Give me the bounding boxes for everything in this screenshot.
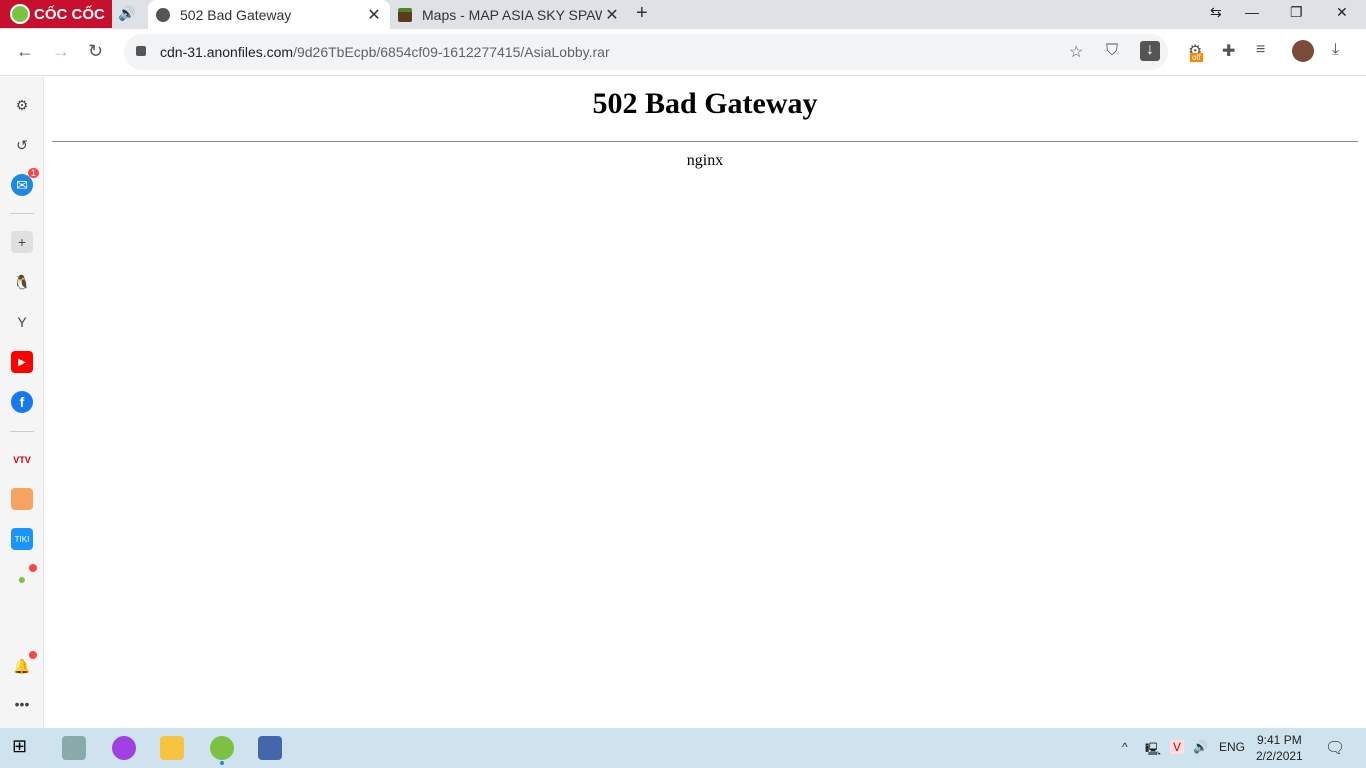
remote-app-icon[interactable]	[258, 736, 282, 760]
vtv-go-icon[interactable]: VTV	[11, 449, 33, 471]
tab-label: Maps - MAP ASIA SKY SPAWN	[422, 6, 602, 23]
extension-icon[interactable]: ⚙ off	[1188, 41, 1203, 62]
server-name: nginx	[686, 152, 724, 169]
reload-button[interactable]: ↻	[88, 41, 103, 62]
coccoc-rewards-icon[interactable]: ●	[11, 564, 37, 590]
tab-label: 502 Bad Gateway	[180, 6, 292, 23]
clock[interactable]: 9:41 PM 2/2/2021	[1256, 732, 1303, 764]
coccoc-logo[interactable]: CỐC CỐC	[0, 0, 112, 28]
extension-badge: off	[1190, 53, 1203, 62]
taskbar-app-icon[interactable]	[62, 736, 86, 760]
restore-button[interactable]: ❐	[1290, 4, 1303, 21]
new-tab-button[interactable]: +	[636, 2, 648, 25]
action-center-icon[interactable]: 🗨	[1325, 738, 1345, 758]
y-app-icon[interactable]: Y	[11, 311, 33, 333]
notification-dot	[29, 651, 37, 659]
forward-button[interactable]: →	[52, 41, 70, 62]
divider	[10, 431, 34, 432]
windows-start-icon[interactable]: ⊞	[12, 736, 36, 760]
speaker-icon[interactable]: 🔊	[118, 5, 135, 22]
close-tab-icon[interactable]: ✕	[602, 5, 622, 25]
address-bar[interactable]: cdn-31.anonfiles.com/9d26TbEcpb/6854cf09…	[124, 34, 1168, 70]
close-tab-icon[interactable]: ✕	[364, 5, 384, 25]
date: 2/2/2021	[1256, 749, 1303, 763]
logo-text: CỐC CỐC	[34, 5, 105, 23]
media-playlist-icon[interactable]: ≡	[1256, 41, 1265, 59]
tab-strip: CỐC CỐC 🔊 502 Bad Gateway ✕ Maps - MAP A…	[0, 0, 1366, 29]
close-window-button[interactable]: ✕	[1336, 4, 1348, 21]
game-app-icon[interactable]	[11, 488, 33, 510]
tab-502-bad-gateway[interactable]: 502 Bad Gateway ✕	[148, 0, 390, 29]
notifications-bell-icon[interactable]: 🔔	[11, 651, 37, 677]
page-content: 502 Bad Gateway nginx	[44, 77, 1366, 728]
toolbar: ← → ↻ cdn-31.anonfiles.com/9d26TbEcpb/68…	[0, 29, 1366, 76]
error-heading: 502 Bad Gateway	[592, 87, 818, 120]
add-shortcut-button[interactable]: +	[11, 231, 33, 253]
language-indicator[interactable]: ENG	[1219, 740, 1245, 754]
extensions-puzzle-icon[interactable]: ✚	[1222, 41, 1235, 61]
download-video-icon[interactable]: ↓	[1140, 41, 1160, 61]
globe-icon	[156, 7, 170, 22]
time: 9:41 PM	[1257, 733, 1302, 747]
history-icon[interactable]: ↺	[11, 134, 33, 156]
facebook-icon[interactable]: f	[11, 391, 33, 413]
network-icon[interactable]: 🖳	[1145, 740, 1161, 761]
taskbar: ⊞ ^ 🖳 V 🔊 ENG 9:41 PM 2/2/2021 🗨	[0, 728, 1366, 768]
volume-icon[interactable]: 🔊	[1193, 740, 1208, 754]
tab-maps[interactable]: Maps - MAP ASIA SKY SPAWN ✕	[390, 0, 628, 29]
divider	[52, 141, 1358, 142]
bookmark-star-icon[interactable]: ☆	[1069, 42, 1083, 62]
file-explorer-icon[interactable]	[160, 736, 184, 760]
divider	[10, 213, 34, 214]
youtube-icon[interactable]: ▶	[11, 351, 33, 373]
antivirus-icon[interactable]: V	[1170, 740, 1185, 754]
back-button[interactable]: ←	[16, 41, 34, 62]
minecraft-block-icon	[398, 7, 412, 22]
settings-icon[interactable]: ⚙	[11, 94, 33, 116]
shield-icon[interactable]: ⛉	[1106, 42, 1118, 60]
notification-dot	[29, 564, 37, 572]
lock-icon[interactable]	[136, 46, 146, 56]
minimize-button[interactable]: —	[1245, 4, 1259, 20]
avatar[interactable]	[1292, 40, 1314, 62]
url-host: cdn-31.anonfiles.com	[160, 44, 294, 60]
sidebar: ⚙ ↺ ✉ 1 + 🐧 Y ▶ f VTV TIKI ● 🔔 •••	[0, 77, 44, 728]
url-path: /9d26TbEcpb/6854cf09-1612277415/AsiaLobb…	[293, 44, 610, 60]
penguin-app-icon[interactable]: 🐧	[11, 271, 33, 293]
messenger-badge: 1	[27, 168, 39, 178]
tab-search-icon[interactable]: ⇆	[1210, 4, 1222, 21]
downloads-icon[interactable]: ⤓	[1332, 41, 1339, 59]
tiki-icon[interactable]: TIKI	[11, 528, 33, 550]
coccoc-taskbar-icon[interactable]	[210, 736, 234, 760]
show-hidden-icons-icon[interactable]: ^	[1122, 740, 1128, 754]
coccoc-ball-icon	[10, 4, 30, 24]
more-icon[interactable]: •••	[11, 693, 33, 715]
messenger-taskbar-icon[interactable]	[112, 736, 136, 760]
messenger-icon[interactable]: ✉ 1	[11, 168, 39, 196]
